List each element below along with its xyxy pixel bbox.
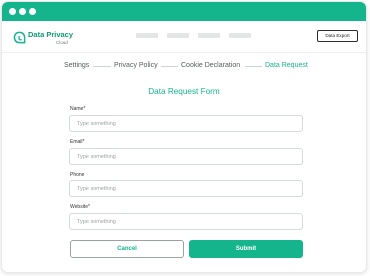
window-dot-icon[interactable]: [29, 8, 36, 15]
brand-name: Data Privacy: [28, 30, 74, 39]
brand-logo[interactable]: Data Privacy Cloud: [12, 30, 92, 50]
nav-item-placeholder[interactable]: [198, 33, 220, 38]
nav-item-placeholder[interactable]: [167, 33, 189, 38]
cancel-button[interactable]: Cancel: [70, 240, 184, 258]
progress-steps: Settings Privacy Policy Cookie Declarati…: [2, 62, 366, 74]
step-cookie-declaration[interactable]: Cookie Declaration: [181, 62, 240, 69]
browser-window: Data Privacy Cloud Data Export Settings …: [1, 1, 367, 273]
name-field[interactable]: [69, 115, 303, 132]
step-settings[interactable]: Settings: [64, 62, 89, 69]
brand-subtitle: Cloud: [56, 40, 68, 45]
step-connector: [245, 66, 262, 67]
data-export-button[interactable]: Data Export: [317, 30, 358, 42]
name-label: Name*: [70, 106, 86, 112]
header-divider: [2, 52, 366, 53]
step-privacy-policy[interactable]: Privacy Policy: [114, 62, 158, 69]
step-connector: [161, 66, 178, 67]
form-title: Data Request Form: [148, 87, 220, 96]
window-dot-icon[interactable]: [19, 8, 26, 15]
step-data-request[interactable]: Data Request: [265, 62, 308, 69]
website-field[interactable]: [69, 213, 303, 230]
email-field[interactable]: [69, 148, 303, 165]
step-connector: [93, 66, 111, 67]
submit-button[interactable]: Submit: [189, 240, 303, 258]
cloud-shield-icon: [13, 31, 26, 44]
window-dot-icon[interactable]: [9, 8, 16, 15]
nav-item-placeholder[interactable]: [136, 33, 158, 38]
phone-label: Phone: [70, 172, 85, 178]
website-label: Website*: [70, 204, 90, 210]
email-label: Email*: [70, 139, 85, 145]
phone-field[interactable]: [69, 180, 303, 197]
window-titlebar: [2, 2, 366, 21]
nav-item-placeholder[interactable]: [229, 33, 251, 38]
